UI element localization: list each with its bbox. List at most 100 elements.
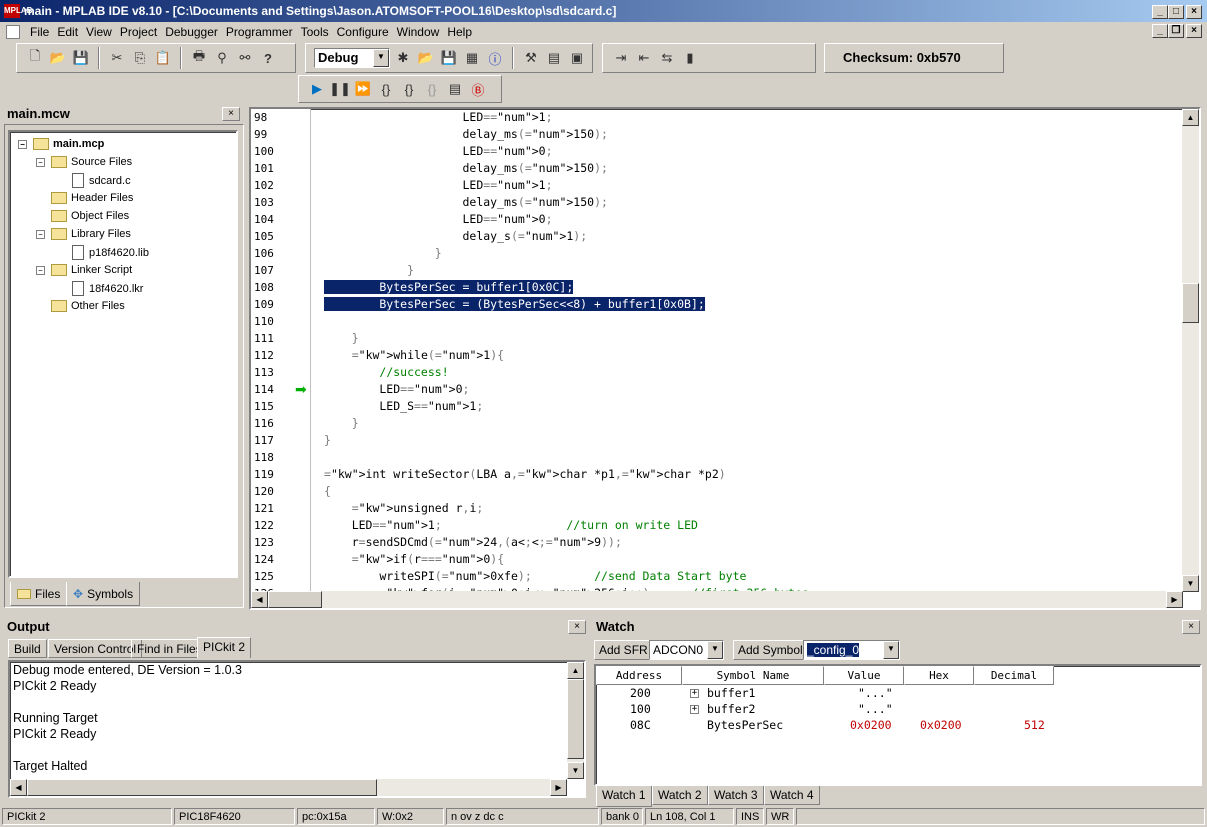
scroll-left-icon[interactable]: ◀ (251, 591, 268, 608)
editor-vertical-scrollbar[interactable]: ▲ ▼ (1182, 109, 1199, 592)
collapse-icon[interactable]: − (36, 229, 45, 239)
step-into-icon[interactable]: {} (376, 79, 396, 99)
tree-node-other-files[interactable]: Other Files (51, 300, 125, 312)
output-horizontal-scrollbar[interactable]: ◀ ▶ (10, 779, 567, 796)
code-line[interactable]: delay_ms(="num">150); (313, 194, 1183, 211)
breakpoint-icon[interactable]: Ⓑ (468, 79, 488, 99)
cut-icon[interactable]: ✂ (107, 48, 127, 68)
editor-horizontal-scrollbar[interactable]: ◀ ▶ (251, 591, 1183, 608)
verify-device-icon[interactable]: ⇆ (657, 48, 677, 68)
menu-configure[interactable]: Configure (335, 25, 395, 39)
project-close-button[interactable]: × (222, 107, 240, 121)
project-tree[interactable]: − main.mcp − Source Files sdcard.c Header … (8, 130, 238, 578)
copy-icon[interactable]: ⎘ (130, 48, 150, 68)
maximize-button[interactable]: □ (1168, 5, 1184, 19)
code-line[interactable]: BytesPerSec = (BytesPerSec<<8) + buffer1… (313, 296, 1183, 313)
code-line[interactable] (313, 313, 1183, 330)
output-close-button[interactable]: × (568, 620, 586, 634)
tree-node-library-files[interactable]: − Library Files (36, 228, 131, 240)
code-line[interactable]: ="kw">unsigned r,i; (313, 500, 1183, 517)
editor-hscroll-thumb[interactable] (268, 591, 322, 608)
watch-close-button[interactable]: × (1182, 620, 1200, 634)
menu-project[interactable]: Project (118, 25, 163, 39)
reset-icon[interactable]: ▤ (445, 79, 465, 99)
menu-help[interactable]: Help (445, 25, 478, 39)
minimize-button[interactable]: _ (1152, 5, 1168, 19)
tab-version-control[interactable]: Version Control (48, 639, 143, 658)
scroll-up-icon[interactable]: ▲ (1182, 109, 1199, 126)
editor-vscroll-thumb[interactable] (1182, 283, 1199, 323)
table-row[interactable]: 100 + buffer2 "..." (596, 702, 1200, 718)
open-folder-icon[interactable]: 📂 (48, 48, 68, 68)
chevron-down-icon[interactable]: ▼ (373, 49, 389, 67)
scroll-down-icon[interactable]: ▼ (1182, 575, 1199, 592)
code-line[interactable]: } (313, 432, 1183, 449)
code-line[interactable]: LED=="num">1; (313, 177, 1183, 194)
add-symbol-button[interactable]: Add Symbol (733, 640, 808, 660)
code-line[interactable]: BytesPerSec = buffer1[0x0C]; (313, 279, 1183, 296)
code-line[interactable]: delay_ms(="num">150); (313, 126, 1183, 143)
open-project-icon[interactable]: 📂 (416, 48, 436, 68)
code-line[interactable]: ="kw">if(r==="num">0){ (313, 551, 1183, 568)
code-line[interactable]: } (313, 245, 1183, 262)
close-button[interactable]: × (1186, 5, 1202, 19)
menu-programmer[interactable]: Programmer (224, 25, 299, 39)
code-line[interactable]: LED=="num">1; //turn on write LED (313, 517, 1183, 534)
scroll-right-icon[interactable]: ▶ (550, 779, 567, 796)
tree-node-source-files[interactable]: − Source Files (36, 156, 132, 168)
column-header-decimal[interactable]: Decimal (974, 666, 1054, 685)
chevron-down-icon[interactable]: ▼ (707, 641, 723, 659)
output-hscroll-thumb[interactable] (27, 779, 377, 796)
save-icon[interactable]: 💾 (71, 48, 91, 68)
halt-icon[interactable]: ❚❚ (329, 79, 351, 99)
table-row[interactable]: 200 + buffer1 "..." (596, 686, 1200, 702)
code-line[interactable]: delay_ms(="num">150); (313, 160, 1183, 177)
find-binoculars-icon[interactable]: ⚲ (212, 48, 232, 68)
code-line[interactable]: ="kw">while(="num">1){ (313, 347, 1183, 364)
watch-table[interactable]: Address Symbol Name Value Hex Decimal 20… (594, 664, 1202, 786)
code-line[interactable]: } (313, 415, 1183, 432)
code-line[interactable]: r=sendSDCmd(="num">24,(a<;<;="num">9)); (313, 534, 1183, 551)
tab-symbols[interactable]: ✥ Symbols (66, 582, 141, 606)
erase-device-icon[interactable]: ▮ (680, 48, 700, 68)
info-icon[interactable]: ⓘ (485, 48, 505, 68)
scroll-left-icon[interactable]: ◀ (10, 779, 27, 796)
code-editor[interactable]: 98 99 100 101 102 103 104 105 106 107 108 109 110 111… (249, 107, 1201, 610)
menu-debugger[interactable]: Debugger (163, 25, 224, 39)
add-sfr-button[interactable]: Add SFR (594, 640, 653, 660)
scroll-right-icon[interactable]: ▶ (1166, 591, 1183, 608)
tab-watch-1[interactable]: Watch 1 (596, 786, 652, 807)
build-icon[interactable]: ▦ (462, 48, 482, 68)
new-project-icon[interactable]: ✱ (393, 48, 413, 68)
column-header-hex[interactable]: Hex (904, 666, 974, 685)
animate-icon[interactable]: ⏩ (353, 79, 373, 99)
tree-node-project[interactable]: − main.mcp (18, 138, 104, 150)
collapse-icon[interactable]: − (18, 139, 27, 149)
code-line[interactable]: LED=="num">0; (313, 381, 1183, 398)
tree-node-header-files[interactable]: Header Files (51, 192, 133, 204)
code-line[interactable]: //success! (313, 364, 1183, 381)
code-line[interactable]: delay_s(="num">1); (313, 228, 1183, 245)
build-all-icon[interactable]: ▤ (544, 48, 564, 68)
mplab-app-icon[interactable]: MPLAB (4, 4, 32, 18)
save-project-icon[interactable]: 💾 (439, 48, 459, 68)
collapse-icon[interactable]: − (36, 265, 45, 275)
title-bar[interactable]: MPLAB main - MPLAB IDE v8.10 - [C:\Docum… (0, 0, 1207, 22)
scroll-up-icon[interactable]: ▲ (567, 662, 584, 679)
menu-view[interactable]: View (84, 25, 118, 39)
tree-node-sdcard-c[interactable]: sdcard.c (72, 173, 131, 188)
code-text-area[interactable]: LED=="num">1; delay_ms(="num">150); LED=… (313, 109, 1183, 592)
chevron-down-icon[interactable]: ▼ (883, 641, 899, 659)
code-line[interactable]: LED_S=="num">1; (313, 398, 1183, 415)
sfr-select[interactable]: ADCON0 ▼ (649, 640, 724, 660)
expand-icon[interactable]: + (690, 705, 699, 714)
document-icon[interactable] (6, 25, 20, 39)
output-vertical-scrollbar[interactable]: ▲ ▼ (567, 662, 584, 779)
tab-pickit2[interactable]: PICkit 2 (197, 637, 252, 658)
tab-watch-2[interactable]: Watch 2 (652, 786, 708, 805)
column-header-address[interactable]: Address (596, 666, 682, 685)
code-line[interactable]: LED=="num">1; (313, 109, 1183, 126)
output-vscroll-thumb[interactable] (567, 679, 584, 759)
step-over-icon[interactable]: {} (399, 79, 419, 99)
program-device-icon[interactable]: ⇤ (634, 48, 654, 68)
